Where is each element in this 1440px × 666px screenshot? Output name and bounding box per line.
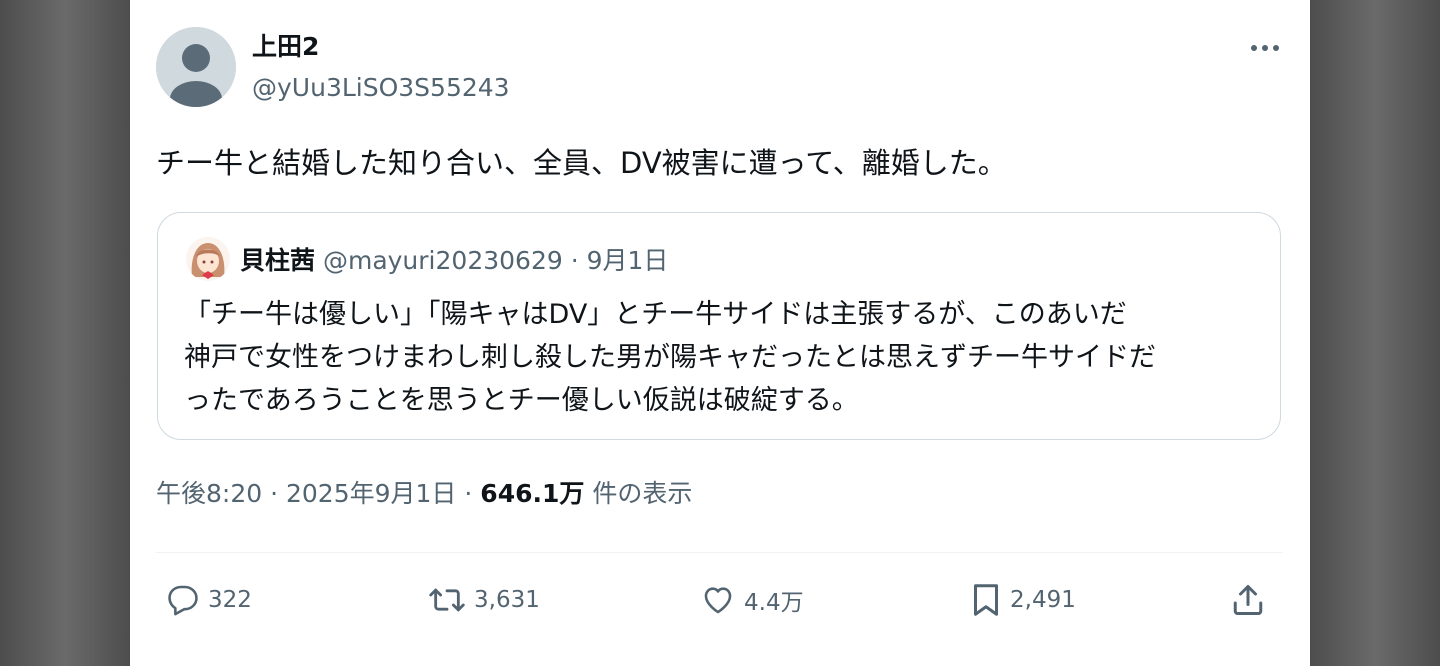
quoted-author-avatar[interactable] [186,237,230,281]
quoted-tweet-text: 「チー牛は優しい」「陽キャはDV」とチー牛サイドは主張するが、このあいだ 神戸で… [184,293,1264,422]
author-avatar[interactable] [156,27,236,107]
quoted-text-line: ったであろうことを思うとチー優しい仮説は破綻する。 [184,385,859,416]
more-horizontal-icon [1251,45,1279,51]
retweet-icon [428,583,466,617]
author-handle[interactable]: @yUu3LiSO3S55243 [252,73,510,103]
tweet-card: 上田2 @yUu3LiSO3S55243 チー牛と結婚した知り合い、全員、DV被… [130,0,1310,666]
tweet-date[interactable]: 2025年9月1日 [286,479,456,508]
more-options-button[interactable] [1246,34,1284,62]
separator-dot: · [464,479,481,508]
quoted-text-line: 神戸で女性をつけまわし刺し殺した男が陽キャだったとは思えずチー牛サイドだ [184,342,1156,373]
quoted-author-name[interactable]: 貝柱茜 [240,246,315,275]
views-label: 件の表示 [592,479,693,508]
share-button[interactable] [1230,578,1274,622]
like-count: 4.4万 [744,590,804,616]
quoted-tweet[interactable]: 貝柱茜 @mayuri20230629 · 9月1日 「チー牛は優しい」「陽キャ… [157,212,1281,440]
like-button[interactable]: 4.4万 [700,578,804,622]
heart-icon [700,583,736,617]
reply-bubble-icon [166,583,200,617]
separator-dot: · [570,246,587,275]
views-count: 646.1万 [480,479,585,508]
bookmark-count: 2,491 [1010,587,1076,613]
background-left [0,0,130,666]
default-profile-icon [156,27,236,107]
bookmark-icon [970,582,1002,618]
share-upload-icon [1230,582,1266,618]
retweet-button[interactable]: 3,631 [428,578,540,622]
separator-dot: · [270,479,286,508]
tweet-time[interactable]: 午後8:20 [156,479,262,508]
divider [156,552,1283,553]
background-right [1310,0,1440,666]
quoted-tweet-date[interactable]: 9月1日 [587,246,669,275]
quoted-author-handle[interactable]: @mayuri20230629 [323,246,563,275]
quoted-text-line: 「チー牛は優しい」「陽キャはDV」とチー牛サイドは主張するが、このあいだ [184,299,1127,330]
anime-avatar-icon [186,237,230,281]
reply-count: 322 [208,587,252,613]
tweet-text: チー牛と結婚した知り合い、全員、DV被害に遭って、離婚した。 [156,146,1007,180]
quoted-tweet-header: 貝柱茜 @mayuri20230629 · 9月1日 [240,245,668,277]
reply-button[interactable]: 322 [166,578,252,622]
retweet-count: 3,631 [474,587,540,613]
bookmark-button[interactable]: 2,491 [970,578,1076,622]
tweet-meta: 午後8:20 · 2025年9月1日 · 646.1万 件の表示 [156,477,692,511]
author-display-name[interactable]: 上田2 [252,32,319,62]
